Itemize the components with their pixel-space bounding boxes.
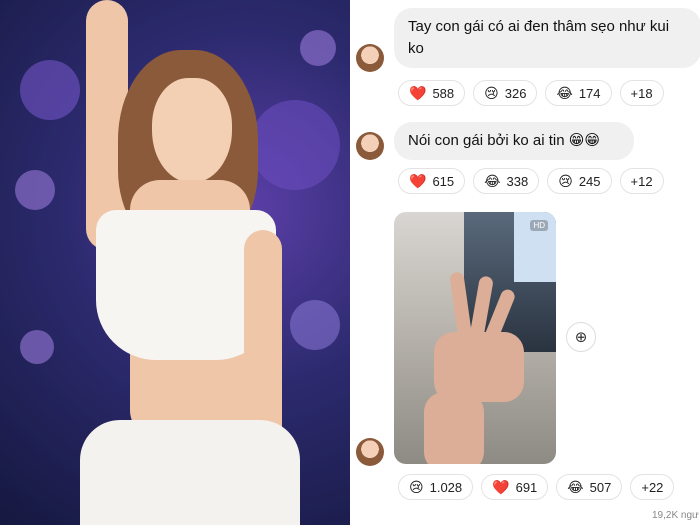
flower-decoration xyxy=(15,170,55,210)
reaction-chip[interactable]: 😢 326 xyxy=(473,80,538,106)
reaction-chip[interactable]: 😢 245 xyxy=(547,168,612,194)
heart-icon: ❤️ xyxy=(409,85,427,101)
bokeh-light xyxy=(290,300,340,350)
more-reactions-chip[interactable]: +12 xyxy=(619,168,664,194)
chat-thread: Tay con gái có ai đen thâm sẹo như kui k… xyxy=(350,0,700,525)
hd-badge: HD xyxy=(530,220,548,231)
heart-icon: ❤️ xyxy=(492,479,510,495)
more-reactions-count: +18 xyxy=(630,85,653,101)
reaction-chip[interactable]: ❤️ 588 xyxy=(398,80,466,106)
message-text: Nói con gái bởi ko ai tin 😁😁 xyxy=(408,132,601,149)
reaction-chip[interactable]: 😂 338 xyxy=(473,168,540,194)
bokeh-light xyxy=(20,60,80,120)
laugh-face-icon: 😂 xyxy=(484,173,501,189)
more-reactions-chip[interactable]: +18 xyxy=(619,80,664,106)
more-reactions-chip[interactable]: +22 xyxy=(630,474,675,500)
reaction-bar: ❤️ 615 😂 338 😢 245 +12 xyxy=(398,168,664,194)
reaction-chip[interactable]: 😂 174 xyxy=(545,80,612,106)
reaction-count: 615 xyxy=(432,173,455,189)
heart-icon: ❤️ xyxy=(409,173,427,189)
reaction-count: 507 xyxy=(589,479,612,495)
reaction-chip[interactable]: 😂 507 xyxy=(556,474,623,500)
reaction-count: 245 xyxy=(578,173,601,189)
more-reactions-count: +12 xyxy=(630,173,653,189)
reaction-chip[interactable]: ❤️ 615 xyxy=(398,168,466,194)
reaction-count: 1.028 xyxy=(429,479,463,495)
reaction-count: 691 xyxy=(515,479,538,495)
message-bubble[interactable]: Nói con gái bởi ko ai tin 😁😁 xyxy=(394,122,634,160)
reaction-chip[interactable]: ❤️ 691 xyxy=(481,474,549,500)
message-bubble[interactable]: Tay con gái có ai đen thâm sẹo như kui k… xyxy=(394,8,700,68)
view-count: 19,2K ngư xyxy=(652,510,699,521)
reaction-bar: 😢 1.028 ❤️ 691 😂 507 +22 xyxy=(398,474,675,500)
message-text: Tay con gái có ai đen thâm sẹo như kui k… xyxy=(408,18,670,57)
photo-message[interactable]: HD xyxy=(394,212,556,464)
laugh-face-icon: 😂 xyxy=(567,479,584,495)
reaction-count: 174 xyxy=(578,85,601,101)
more-reactions-count: +22 xyxy=(641,479,664,495)
reaction-bar: ❤️ 588 😢 326 😂 174 +18 xyxy=(398,80,664,106)
reaction-chip[interactable]: 😢 1.028 xyxy=(398,474,474,500)
cry-face-icon: 😢 xyxy=(558,173,573,189)
avatar[interactable] xyxy=(356,132,384,160)
avatar[interactable] xyxy=(356,438,384,466)
reaction-count: 588 xyxy=(432,85,455,101)
flower-decoration xyxy=(300,30,336,66)
cry-face-icon: 😢 xyxy=(484,85,499,101)
reaction-count: 338 xyxy=(506,173,529,189)
avatar[interactable] xyxy=(356,44,384,72)
white-skirt xyxy=(80,420,300,525)
add-reaction-icon[interactable]: ⊕ xyxy=(566,322,596,352)
cry-face-icon: 😢 xyxy=(409,479,424,495)
laugh-face-icon: 😂 xyxy=(556,85,573,101)
bokeh-light xyxy=(250,100,340,190)
flower-decoration xyxy=(20,330,54,364)
face xyxy=(152,78,232,183)
reaction-count: 326 xyxy=(504,85,527,101)
performer-photo xyxy=(0,0,350,525)
wrist xyxy=(424,392,484,464)
